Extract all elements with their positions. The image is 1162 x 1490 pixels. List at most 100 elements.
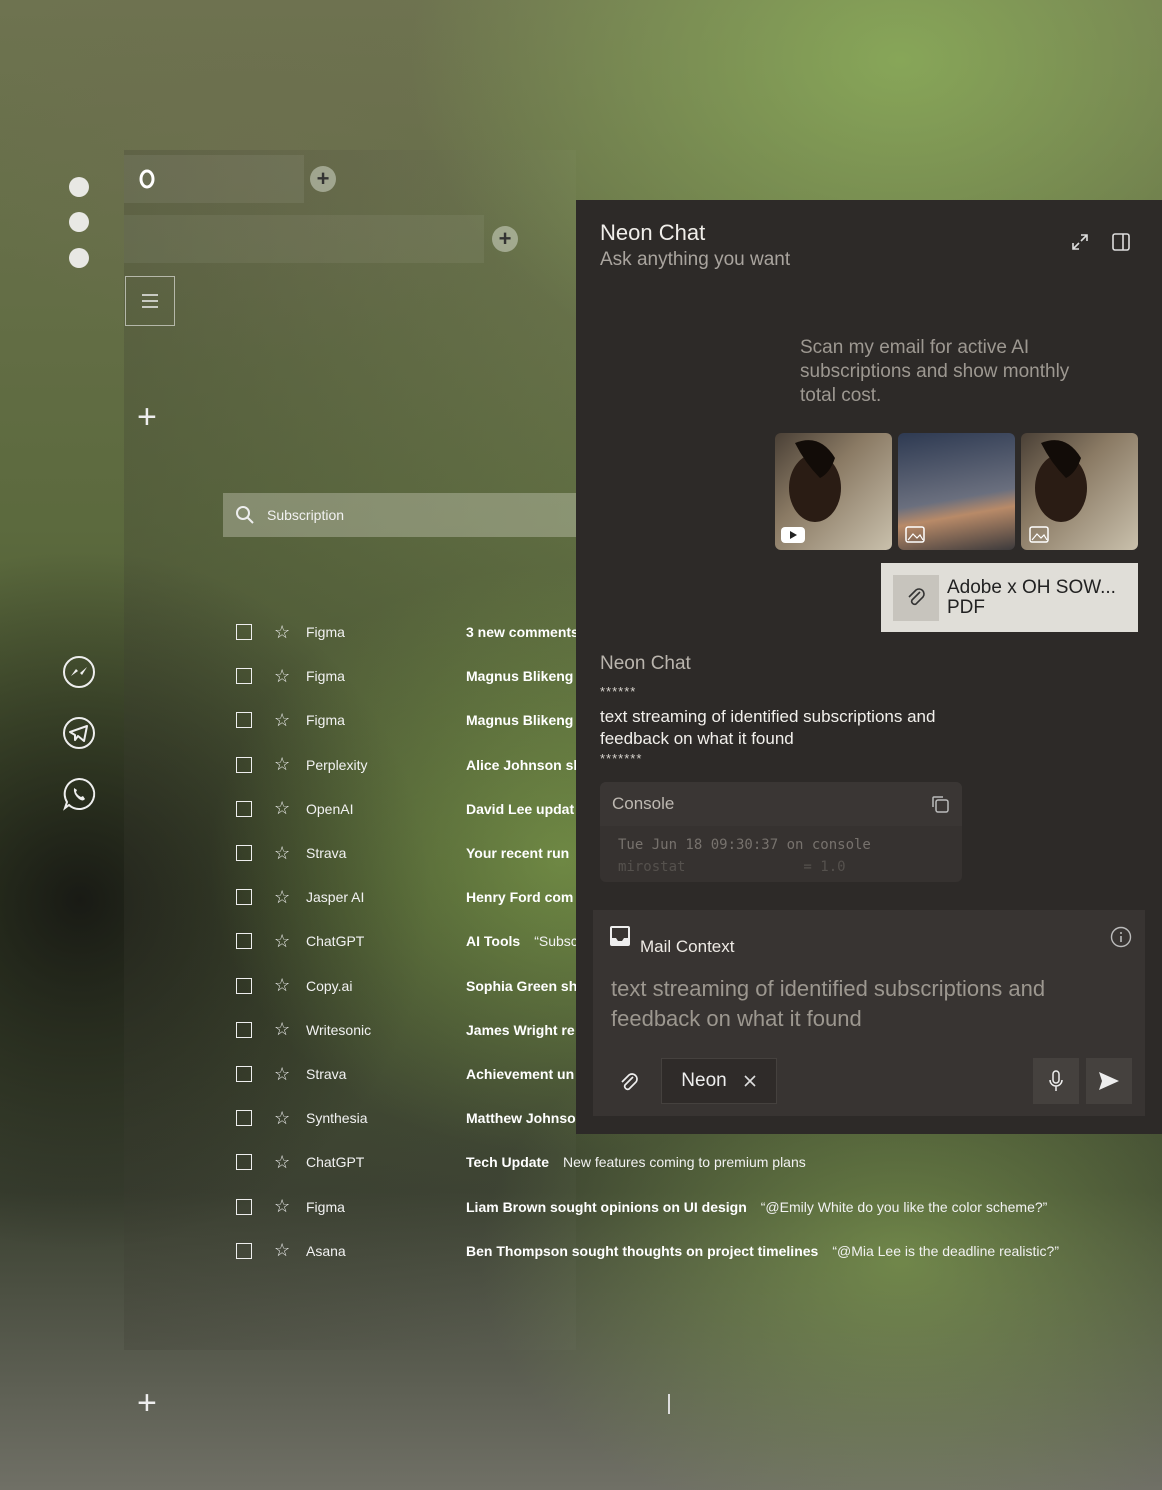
image-thumbnail[interactable] <box>898 433 1015 550</box>
email-row[interactable]: ☆ ChatGPT AI Tools “Subsc <box>236 929 576 953</box>
email-sender: Figma <box>306 624 345 640</box>
email-sender: Writesonic <box>306 1021 372 1038</box>
expand-icon[interactable] <box>1070 232 1090 257</box>
add-icon[interactable]: + <box>137 400 157 434</box>
hamburger-icon <box>142 294 158 308</box>
star-icon[interactable]: ☆ <box>274 1064 302 1085</box>
email-sender: Figma <box>306 712 345 729</box>
email-row[interactable]: ☆ Writesonic James Wright re <box>236 1018 576 1042</box>
star-icon[interactable]: ☆ <box>274 710 302 731</box>
star-icon[interactable]: ☆ <box>274 622 302 643</box>
star-icon[interactable]: ☆ <box>274 931 302 952</box>
window-dot-maximize[interactable] <box>69 248 89 268</box>
row-checkbox[interactable] <box>236 977 252 994</box>
info-icon[interactable] <box>1110 926 1132 953</box>
console-line-1: Tue Jun 18 09:30:37 on console <box>618 837 871 853</box>
email-row[interactable]: ☆ OpenAI David Lee updat <box>236 797 576 821</box>
email-snippet: “Subsc <box>534 933 576 950</box>
telegram-icon[interactable] <box>62 716 96 750</box>
row-checkbox[interactable] <box>236 712 252 729</box>
star-icon[interactable]: ☆ <box>274 1019 302 1040</box>
email-row[interactable]: ☆ Copy.ai Sophia Green sh <box>236 974 576 998</box>
email-row[interactable]: ☆ Figma Magnus Blikeng <box>236 708 576 732</box>
add-bottom-icon[interactable]: + <box>137 1386 157 1420</box>
star-icon[interactable]: ☆ <box>274 1108 302 1129</box>
email-sender: Asana <box>306 1242 346 1259</box>
email-subject: Tech Update <box>466 1154 549 1171</box>
email-row[interactable]: ☆ Synthesia Matthew Johnso <box>236 1106 576 1130</box>
email-row[interactable]: ☆ Figma Magnus Blikeng <box>236 664 576 688</box>
microphone-icon <box>1049 1070 1063 1091</box>
email-sender: Figma <box>306 1198 345 1215</box>
email-subject: Matthew Johnso <box>466 1110 576 1127</box>
console-block: Console Tue Jun 18 09:30:37 on console m… <box>600 782 962 882</box>
email-subject: James Wright re <box>466 1021 575 1038</box>
email-row[interactable]: ☆ Figma 3 new comments <box>236 620 576 644</box>
email-row[interactable]: ☆ Strava Achievement un <box>236 1062 576 1086</box>
row-checkbox[interactable] <box>236 1066 252 1082</box>
row-checkbox[interactable] <box>236 933 252 950</box>
email-row[interactable]: ☆ Asana Ben Thompson sought thoughts on pr… <box>236 1239 1136 1263</box>
row-checkbox[interactable] <box>236 845 252 861</box>
attachment-name: Adobe x OH SOW... <box>947 576 1116 598</box>
message-input[interactable]: text streaming of identified subscriptio… <box>611 974 1111 1034</box>
row-checkbox[interactable] <box>236 1110 252 1127</box>
search-bar[interactable]: Subscription <box>223 493 576 537</box>
star-icon[interactable]: ☆ <box>274 1196 302 1217</box>
opera-logo-icon[interactable] <box>137 169 157 189</box>
row-checkbox[interactable] <box>236 1021 252 1038</box>
star-icon[interactable]: ☆ <box>274 1240 302 1261</box>
row-checkbox[interactable] <box>236 624 252 640</box>
star-icon[interactable]: ☆ <box>274 754 302 775</box>
chat-subtitle: Ask anything you want <box>600 249 791 270</box>
bot-response: text streaming of identified subscriptio… <box>600 707 936 748</box>
row-checkbox[interactable] <box>236 756 252 773</box>
menu-button[interactable] <box>125 276 175 326</box>
copy-icon[interactable] <box>930 794 950 814</box>
attach-icon[interactable] <box>617 1071 641 1100</box>
row-checkbox[interactable] <box>236 1198 252 1215</box>
close-icon[interactable] <box>743 1074 757 1088</box>
email-row[interactable]: ☆ Figma Liam Brown sought opinions on UI d… <box>236 1195 1136 1219</box>
row-checkbox[interactable] <box>236 889 252 906</box>
star-icon[interactable]: ☆ <box>274 1152 302 1173</box>
row-checkbox[interactable] <box>236 1242 252 1259</box>
email-subject: Your recent run <box>466 845 570 861</box>
window-dot-close[interactable] <box>69 177 89 197</box>
search-input[interactable]: Subscription <box>267 507 344 523</box>
stars-bottom: ******* <box>600 751 643 766</box>
chat-panel: Neon Chat Ask anything you want Scan my … <box>576 200 1162 1134</box>
star-icon[interactable]: ☆ <box>274 887 302 908</box>
send-button[interactable] <box>1086 1058 1132 1104</box>
sidebar-toggle-icon[interactable] <box>1111 232 1131 257</box>
email-row[interactable]: ☆ Jasper AI Henry Ford com <box>236 885 576 909</box>
row-checkbox[interactable] <box>236 668 252 685</box>
email-row[interactable]: ☆ Strava Your recent run <box>236 841 576 865</box>
star-icon[interactable]: ☆ <box>274 666 302 687</box>
star-icon[interactable]: ☆ <box>274 798 302 819</box>
star-icon[interactable]: ☆ <box>274 843 302 864</box>
image-thumbnail-2[interactable] <box>1021 433 1138 550</box>
messenger-icon[interactable] <box>62 655 96 689</box>
email-row[interactable]: ☆ ChatGPT Tech Update New features coming t… <box>236 1150 1136 1174</box>
email-sender: OpenAI <box>306 800 354 817</box>
model-chip[interactable]: Neon <box>661 1058 777 1104</box>
row-checkbox[interactable] <box>236 800 252 817</box>
email-subject: AI Tools <box>466 933 521 950</box>
video-thumbnail[interactable] <box>775 433 892 550</box>
add-tab-button-2[interactable]: + <box>492 226 518 252</box>
email-subject: Magnus Blikeng <box>466 668 574 685</box>
add-tab-button[interactable]: + <box>310 166 336 192</box>
email-subject: Sophia Green sh <box>466 977 576 994</box>
microphone-button[interactable] <box>1033 1058 1079 1104</box>
email-subject: 3 new comments <box>466 624 576 640</box>
row-checkbox[interactable] <box>236 1154 252 1171</box>
email-sender: ChatGPT <box>306 933 365 950</box>
email-subject: Henry Ford com <box>466 889 574 906</box>
star-icon[interactable]: ☆ <box>274 975 302 996</box>
window-dot-minimize[interactable] <box>69 212 89 232</box>
pdf-attachment[interactable]: Adobe x OH SOW... PDF <box>881 563 1138 632</box>
email-sender: Synthesia <box>306 1110 368 1127</box>
email-row[interactable]: ☆ Perplexity Alice Johnson sh <box>236 753 576 777</box>
whatsapp-icon[interactable] <box>62 777 96 811</box>
